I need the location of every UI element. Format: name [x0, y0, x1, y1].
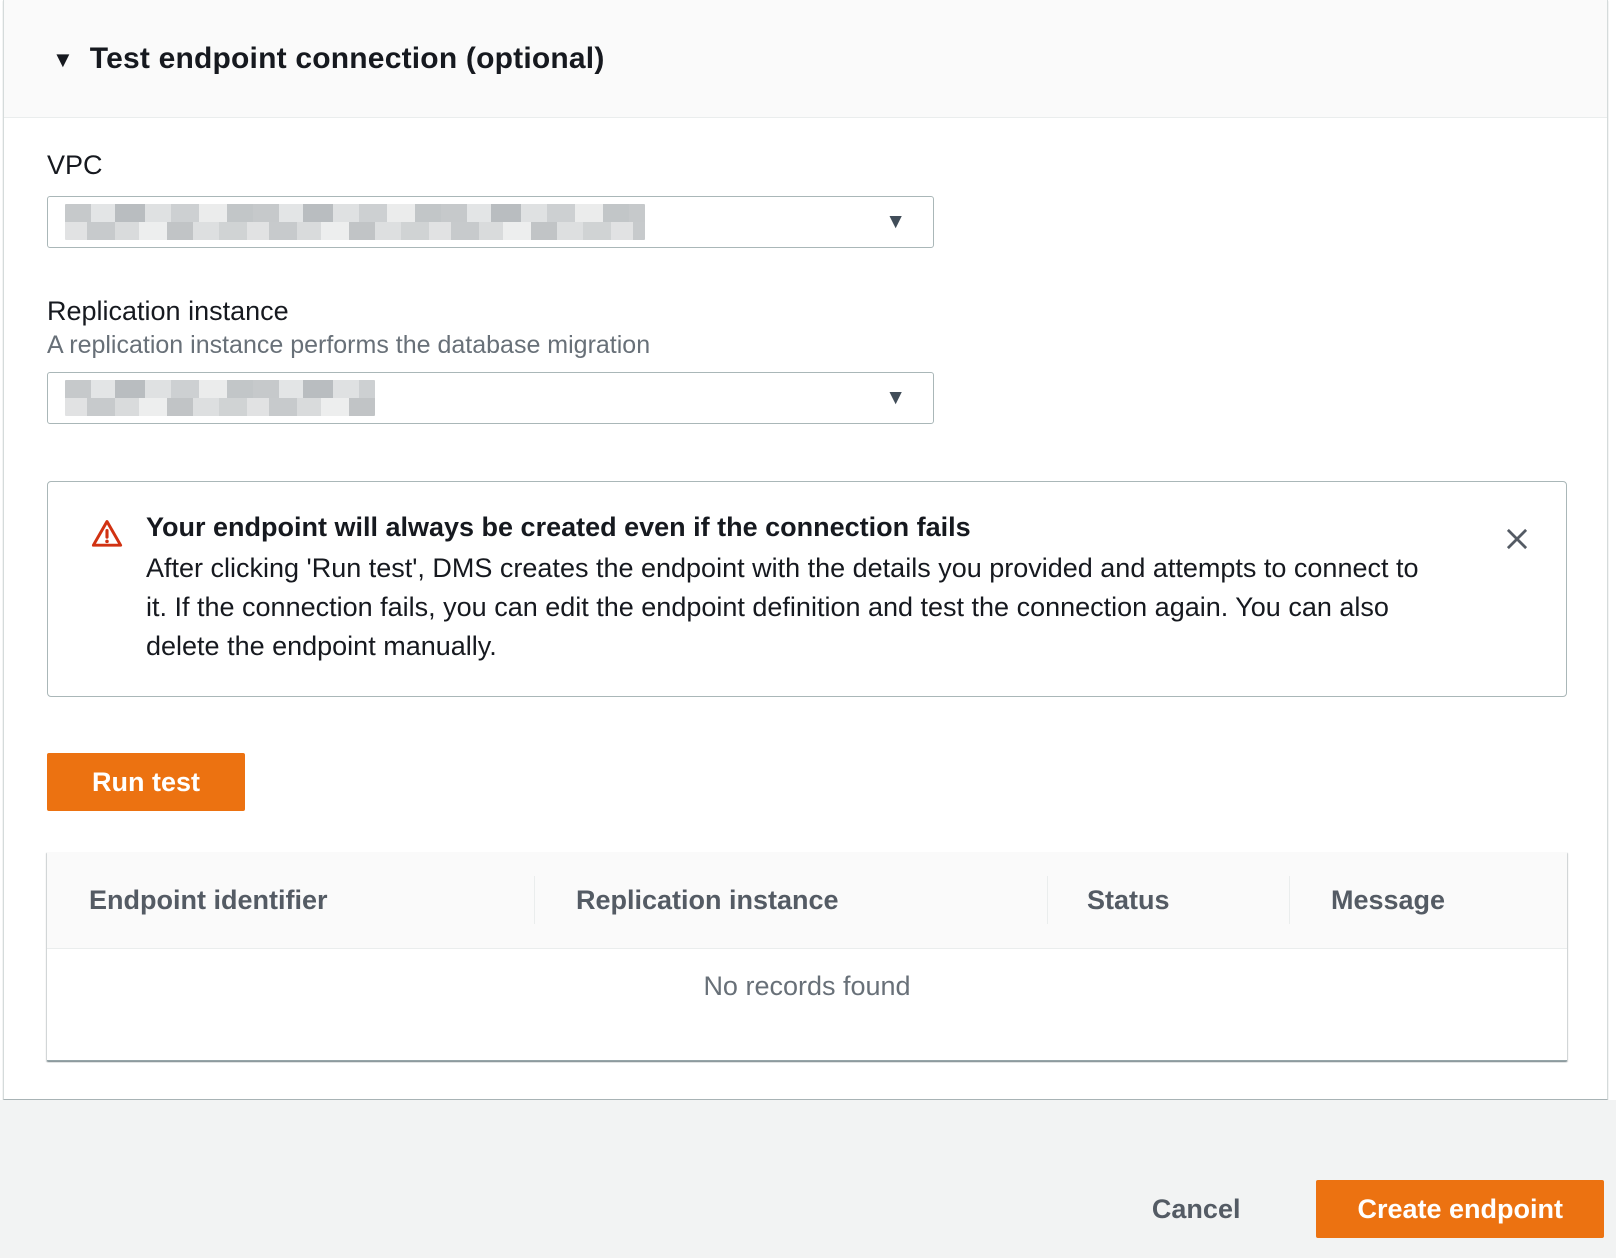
- vpc-redacted-value: [65, 204, 645, 240]
- column-header-status: Status: [1047, 852, 1289, 948]
- warning-alert-title: Your endpoint will always be created eve…: [146, 510, 1446, 544]
- page: ▼ Test endpoint connection (optional) VP…: [0, 0, 1616, 1258]
- test-endpoint-section: ▼ Test endpoint connection (optional) VP…: [3, 0, 1608, 1100]
- column-header-replication-instance: Replication instance: [534, 852, 1047, 948]
- vpc-label: VPC: [47, 150, 1564, 180]
- close-icon[interactable]: [1498, 520, 1536, 558]
- warning-triangle-icon: [90, 517, 124, 551]
- vpc-field: VPC ▼: [47, 150, 1564, 248]
- column-header-endpoint-identifier: Endpoint identifier: [47, 852, 534, 948]
- warning-alert: Your endpoint will always be created eve…: [47, 481, 1567, 697]
- vpc-select-caret-icon: ▼: [885, 211, 906, 232]
- warning-alert-content: Your endpoint will always be created eve…: [146, 510, 1446, 666]
- cancel-button[interactable]: Cancel: [1152, 1194, 1241, 1225]
- footer-action-bar: Cancel Create endpoint: [0, 1100, 1616, 1258]
- vpc-select[interactable]: ▼: [47, 196, 934, 248]
- replication-instance-label: Replication instance: [47, 296, 1564, 326]
- replication-instance-field: Replication instance A replication insta…: [47, 296, 1564, 424]
- section-body: VPC ▼ Replication instance A replication…: [4, 118, 1607, 1101]
- run-test-button[interactable]: Run test: [47, 753, 245, 811]
- replication-instance-select[interactable]: ▼: [47, 372, 934, 424]
- table-header-row: Endpoint identifier Replication instance…: [47, 852, 1567, 949]
- replication-instance-redacted-value: [65, 380, 375, 416]
- create-endpoint-button[interactable]: Create endpoint: [1316, 1180, 1604, 1238]
- table-body: No records found: [47, 949, 1567, 1060]
- empty-state-text: No records found: [47, 949, 1567, 1002]
- replication-instance-description: A replication instance performs the data…: [47, 331, 1564, 359]
- test-results-table: Endpoint identifier Replication instance…: [47, 852, 1567, 1061]
- section-title: Test endpoint connection (optional): [90, 42, 605, 76]
- replication-instance-select-caret-icon: ▼: [885, 387, 906, 408]
- section-header[interactable]: ▼ Test endpoint connection (optional): [4, 0, 1607, 118]
- column-header-message: Message: [1289, 852, 1567, 948]
- warning-alert-body: After clicking 'Run test', DMS creates t…: [146, 549, 1446, 666]
- collapse-caret-icon: ▼: [52, 49, 74, 71]
